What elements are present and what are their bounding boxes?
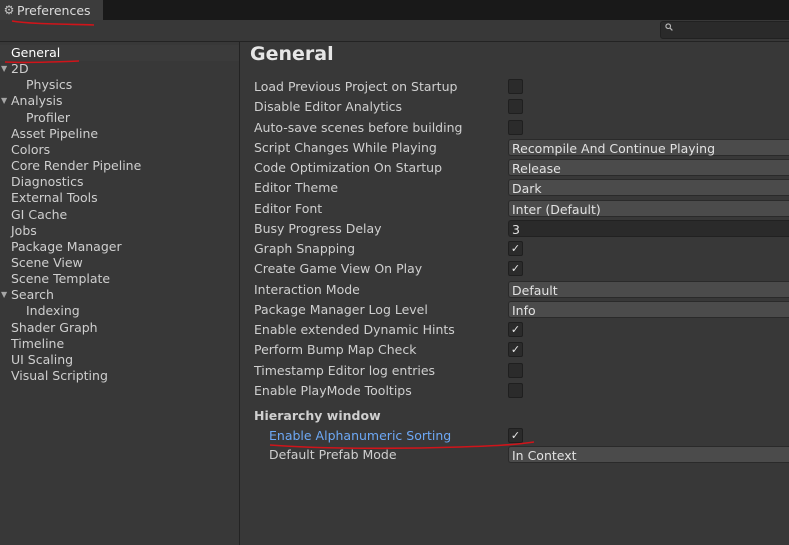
checkbox-enable-playmode-tooltips[interactable] [508,382,523,398]
setting-label-create-game-view-on-play: Create Game View On Play [254,261,423,277]
checkbox-load-previous-project-on-startup[interactable] [508,79,523,94]
setting-label-enable-alphanumeric-sorting: Enable Alphanumeric Sorting [269,428,452,443]
setting-label-timestamp-editor-log-entries: Timestamp Editor log entries [254,362,436,378]
sidebar-item-2d[interactable]: ▼ 2D [0,61,239,77]
sidebar-item-label: Shader Graph [11,319,98,335]
checkbox-auto-save-scenes-before-building[interactable] [508,119,523,135]
sidebar-item-label: Scene View [11,254,83,270]
section-title-hierarchy-window: Hierarchy window [254,408,381,423]
number-field-busy-progress-delay[interactable]: 3 [508,219,789,237]
sidebar-item-search[interactable]: ▼ Search [0,287,239,303]
sidebar-item-ui-scaling[interactable]: UI Scaling [0,352,239,368]
sidebar-item-label: UI Scaling [11,351,74,367]
preferences-tab[interactable]: ⚙ Preferences [0,0,103,20]
sidebar-item-label: Package Manager [11,238,122,254]
sidebar-item-diagnostics[interactable]: Diagnostics [0,174,239,190]
setting-label-enable-playmode-tooltips: Enable PlayMode Tooltips [254,382,412,398]
tab-title: Preferences [17,2,91,18]
page-title: General [250,43,334,65]
dropdown-interaction-mode[interactable]: Default [508,280,789,298]
sidebar-item-label: Core Render Pipeline [11,158,142,174]
checkbox-perform-bump-map-check[interactable]: ✓ [508,342,523,358]
setting-label-package-manager-log-level: Package Manager Log Level [254,301,428,317]
sidebar-item-general[interactable]: General [0,45,239,61]
window-tab-bar: ⚙ Preferences [0,0,789,20]
dropdown-editor-theme[interactable]: Dark [508,179,789,197]
sidebar-item-label: GI Cache [11,206,68,222]
sidebar-item-label: Diagnostics [11,174,84,190]
sidebar-item-label: Visual Scripting [11,368,108,383]
search-icon [665,23,673,34]
checkmark-icon: ✓ [510,429,521,442]
sidebar-item-asset-pipeline[interactable]: Asset Pipeline [0,126,239,142]
settings-panel: General Load Previous Project on Startup… [240,42,789,545]
dropdown-script-changes-while-playing[interactable]: Recompile And Continue Playing [508,138,789,156]
setting-label-disable-editor-analytics: Disable Editor Analytics [254,99,403,115]
sidebar-item-external-tools[interactable]: External Tools [0,190,239,206]
checkmark-icon: ✓ [510,242,521,255]
gear-icon: ⚙ [3,3,15,17]
sidebar-item-shader-graph[interactable]: Shader Graph [0,320,239,336]
sidebar-item-indexing[interactable]: Indexing [0,303,239,319]
sidebar-item-label: Search [11,287,54,303]
checkmark-icon: ✓ [510,343,521,357]
sidebar-item-label: External Tools [11,190,98,206]
setting-label-default-prefab-mode: Default Prefab Mode [269,447,397,462]
setting-label-script-changes-while-playing: Script Changes While Playing [254,139,437,155]
setting-label-editor-theme: Editor Theme [254,180,339,196]
sidebar-item-label: Indexing [26,303,80,319]
sidebar-item-label: Timeline [11,335,65,351]
checkbox-enable-alphanumeric-sorting[interactable]: ✓ [508,428,523,443]
sidebar-item-label: Physics [26,77,73,93]
sidebar-item-scene-view[interactable]: Scene View [0,255,239,271]
setting-label-perform-bump-map-check: Perform Bump Map Check [254,342,417,358]
setting-label-editor-font: Editor Font [254,200,323,216]
sidebar-item-core-render-pipeline[interactable]: Core Render Pipeline [0,158,239,174]
sidebar-item-label: Profiler [26,109,71,125]
sidebar-item-gi-cache[interactable]: GI Cache [0,207,239,223]
sidebar-item-label: Jobs [11,222,37,238]
sidebar-item-scene-template[interactable]: Scene Template [0,271,239,287]
checkbox-timestamp-editor-log-entries[interactable] [508,362,523,378]
sidebar-item-timeline[interactable]: Timeline [0,336,239,352]
sidebar-item-visual-scripting[interactable]: Visual Scripting [0,368,239,384]
setting-label-busy-progress-delay: Busy Progress Delay [254,220,382,236]
checkbox-create-game-view-on-play[interactable]: ✓ [508,261,523,277]
dropdown-code-optimization-on-startup[interactable]: Release [508,159,789,176]
sidebar-item-jobs[interactable]: Jobs [0,223,239,239]
checkbox-graph-snapping[interactable]: ✓ [508,241,523,256]
setting-label-graph-snapping: Graph Snapping [254,241,356,256]
expand-arrow-icon[interactable]: ▼ [1,61,7,77]
sidebar-item-label: Colors [11,141,51,157]
dropdown-package-manager-log-level[interactable]: Info [508,300,789,318]
sidebar-item-analysis[interactable]: ▼ Analysis [0,93,239,109]
search-input[interactable] [660,21,789,39]
toolbar [0,20,789,42]
sidebar-item-label: Asset Pipeline [11,125,99,141]
setting-label-auto-save-scenes-before-building: Auto-save scenes before building [254,119,463,135]
checkbox-enable-extended-dynamic-hints[interactable]: ✓ [508,322,523,337]
sidebar-item-package-manager[interactable]: Package Manager [0,239,239,255]
sidebar-item-label: 2D [11,61,29,77]
setting-label-load-previous-project-on-startup: Load Previous Project on Startup [254,79,458,94]
sidebar-item-colors[interactable]: Colors [0,142,239,158]
sidebar-item-profiler[interactable]: Profiler [0,110,239,126]
dropdown-editor-font[interactable]: Inter (Default) [508,199,789,217]
checkbox-disable-editor-analytics[interactable] [508,99,523,115]
sidebar-item-physics[interactable]: Physics [0,77,239,93]
checkmark-icon: ✓ [510,262,521,276]
expand-arrow-icon[interactable]: ▼ [1,287,7,303]
setting-label-code-optimization-on-startup: Code Optimization On Startup [254,160,443,175]
dropdown-default-prefab-mode[interactable]: In Context [508,446,789,463]
sidebar-item-label: Analysis [11,93,63,109]
expand-arrow-icon[interactable]: ▼ [1,93,7,109]
sidebar-item-label: Scene Template [11,271,111,287]
setting-label-enable-extended-dynamic-hints: Enable extended Dynamic Hints [254,322,455,337]
preferences-sidebar: General ▼ 2D Physics ▼ Analysis Profiler Asset … [0,42,240,545]
checkmark-icon: ✓ [510,323,521,336]
sidebar-item-label: General [11,45,61,60]
setting-label-interaction-mode: Interaction Mode [254,281,360,297]
